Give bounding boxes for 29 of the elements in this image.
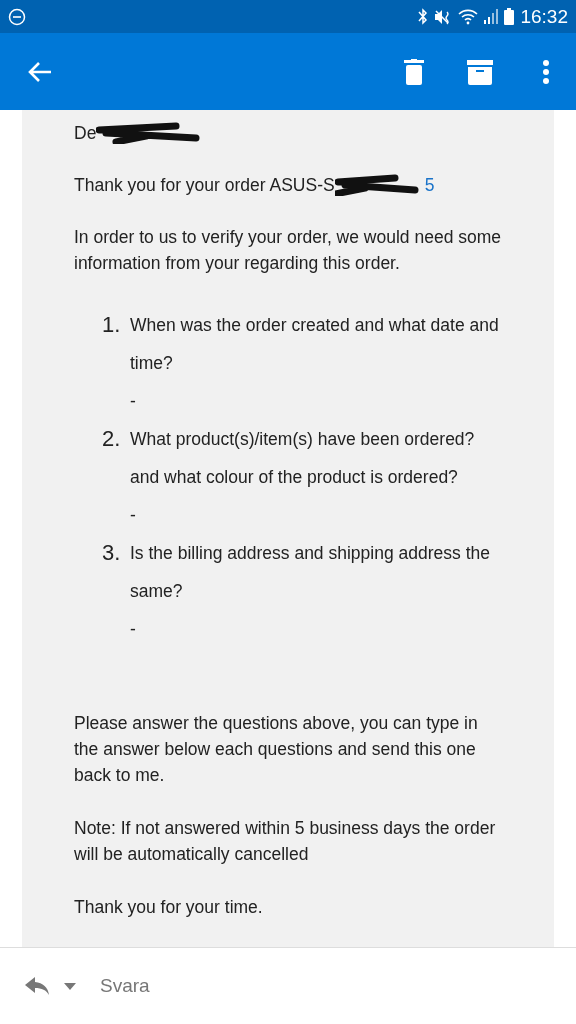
back-icon	[27, 59, 53, 84]
question-text: What product(s)/item(s) have been ordered? and what colour of the product is ordered?	[130, 429, 475, 487]
list-number: 1.	[102, 311, 122, 339]
question-text: When was the order created and what date and time?	[130, 315, 499, 373]
answer-text: -	[130, 504, 137, 527]
do-not-disturb-icon	[8, 7, 26, 26]
clock-time: 16:32	[520, 5, 568, 28]
battery-icon	[504, 8, 515, 25]
body-paragraph: Note: If not answered within 5 business days the order will be automatically cancelled	[74, 817, 497, 866]
list-number: 2.	[102, 425, 122, 453]
more-options-icon	[542, 58, 550, 85]
delete-icon	[403, 58, 425, 85]
greeting-text: De	[74, 122, 97, 145]
answer-text: -	[130, 390, 137, 413]
reply-button[interactable]: Svara	[24, 975, 150, 997]
wifi-icon	[458, 8, 479, 25]
question-text: Is the billing address and shipping address the same?	[130, 543, 490, 601]
archive-icon	[467, 58, 493, 85]
caret-icon	[64, 982, 76, 990]
list-number: 3.	[102, 539, 122, 567]
bluetooth-icon	[418, 8, 429, 25]
reply-icon	[24, 976, 50, 996]
signal-icon	[484, 9, 499, 24]
body-paragraph: Thank you for your time.	[74, 896, 264, 919]
order-text: Thank you for your order ASUS-S	[74, 174, 335, 197]
body-paragraph: Please answer the questions above, you can type in the answer below each questions and send this one back to me.	[74, 712, 479, 787]
answer-text: -	[130, 618, 137, 641]
order-link[interactable]: 5	[424, 172, 435, 198]
intro-paragraph: In order to us to verify your order, we would need some information from your regarding this order.	[74, 226, 503, 275]
